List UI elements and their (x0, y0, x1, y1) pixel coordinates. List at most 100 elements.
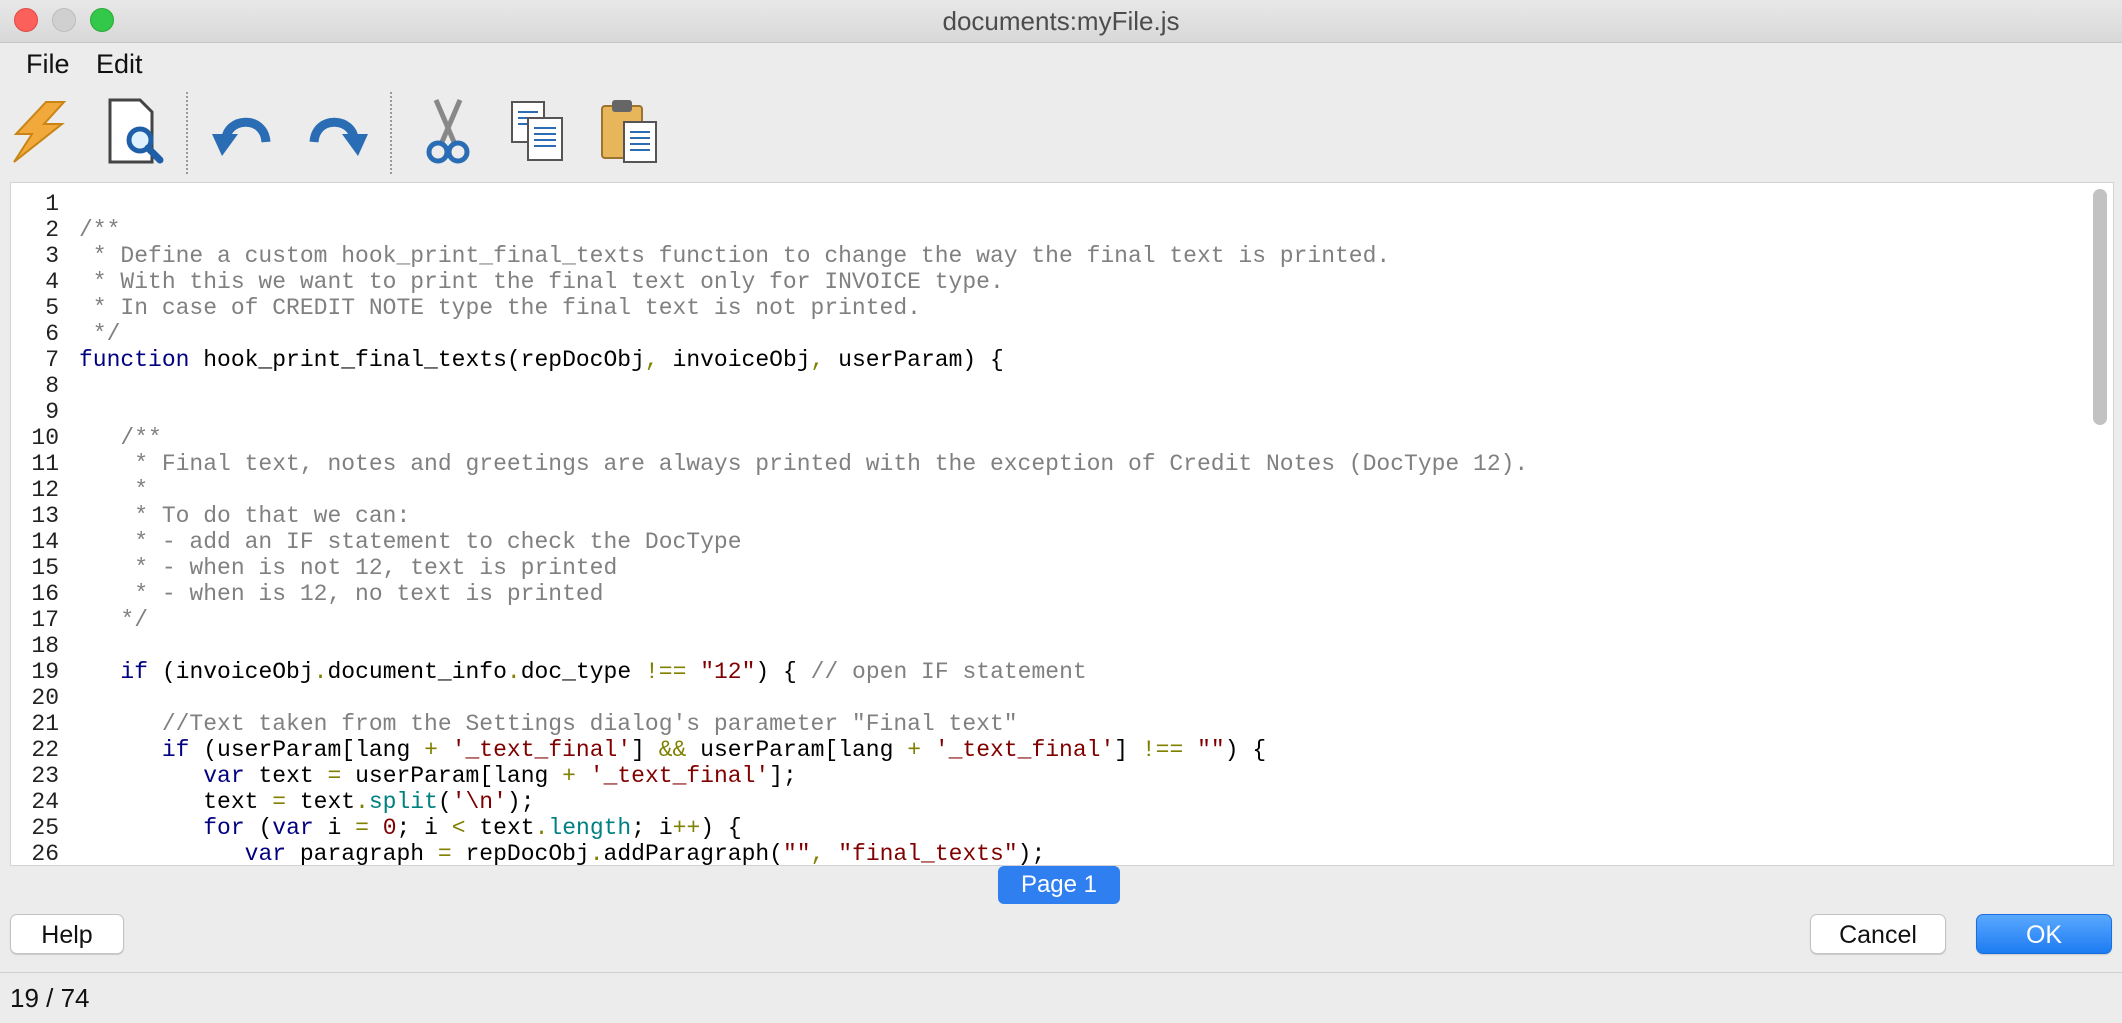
code-token: text (79, 789, 273, 815)
code-token: (userParam[lang (189, 737, 425, 763)
code-token: split (368, 789, 438, 815)
code-token: , (810, 347, 825, 373)
code-token: '_text_final' (589, 763, 770, 789)
code-token: * - when is not 12, text is printed (79, 555, 618, 581)
line-number: 23 (31, 763, 59, 789)
code-token: var (203, 763, 245, 789)
line-number: 11 (31, 451, 59, 477)
code-token: + (562, 763, 576, 789)
ok-button[interactable]: OK (1976, 914, 2112, 954)
code-token: for (203, 815, 245, 841)
line-number: 26 (31, 841, 59, 866)
code-token: if (120, 659, 149, 685)
code-token: * In case of CREDIT NOTE type the final … (79, 295, 921, 321)
undo-icon[interactable] (208, 96, 280, 168)
code-token: * With this we want to print the final t… (79, 269, 1004, 295)
code-token: text (465, 815, 535, 841)
code-editor[interactable]: 1 2 /** 3 * Define a custom hook_print_fina… (10, 182, 2114, 866)
menu-edit[interactable]: Edit (96, 49, 143, 80)
code-token: ; i (631, 815, 673, 841)
line-position-status: 19 / 74 (10, 983, 90, 1013)
paste-icon[interactable] (596, 96, 668, 168)
window-title: documents:myFile.js (942, 6, 1180, 36)
code-token: 0 (382, 815, 397, 841)
code-token: // open IF statement (810, 659, 1087, 685)
title-bar: documents:myFile.js (0, 0, 2122, 43)
code-token: ); (1017, 841, 1046, 866)
line-number: 20 (31, 685, 59, 711)
code-token: * (79, 477, 149, 503)
toolbar (0, 88, 2122, 178)
line-number: 8 (45, 373, 59, 399)
help-button[interactable]: Help (10, 914, 124, 954)
code-token: userParam[lang (341, 763, 563, 789)
code-token: (invoiceObj (148, 659, 314, 685)
preview-icon[interactable] (102, 96, 174, 168)
code-token: !== (1141, 737, 1184, 763)
code-token: = (272, 789, 287, 815)
code-token: userParam[lang (686, 737, 908, 763)
menu-bar: File Edit (0, 43, 2122, 87)
code-token: ] (1114, 737, 1142, 763)
code-token: ] (631, 737, 659, 763)
code-token: var (272, 815, 314, 841)
status-bar: 19 / 74 (0, 972, 2122, 1023)
code-token: , (810, 841, 825, 866)
code-token: . (355, 789, 369, 815)
code-token: i (313, 815, 356, 841)
line-number: 7 (45, 347, 59, 373)
code-token: = (355, 815, 369, 841)
code-token: * - when is 12, no text is printed (79, 581, 604, 607)
scrollbar-thumb[interactable] (2093, 189, 2107, 425)
menu-file[interactable]: File (26, 49, 70, 80)
code-token: . (313, 659, 328, 685)
code-token: . (589, 841, 604, 866)
line-number: 9 (45, 399, 59, 425)
code-token: "final_texts" (838, 841, 1018, 866)
code-token: addParagraph( (603, 841, 783, 866)
code-token: repDocObj (451, 841, 590, 866)
code-token: text (244, 763, 328, 789)
line-number: 2 (45, 217, 59, 243)
code-token: * Final text, notes and greetings are al… (79, 451, 1529, 477)
code-token: ) { (700, 815, 742, 841)
code-token: * - add an IF statement to check the Doc… (79, 529, 742, 555)
cancel-button[interactable]: Cancel (1810, 914, 1946, 954)
code-token: /** (79, 217, 121, 243)
code-token: ( (437, 789, 452, 815)
code-token: paragraph (286, 841, 438, 866)
code-token: hook_print_final_texts(repDocObj (189, 347, 645, 373)
vertical-scrollbar[interactable] (2093, 189, 2107, 859)
redo-icon[interactable] (300, 96, 372, 168)
copy-icon[interactable] (504, 96, 576, 168)
code-token: ); (506, 789, 535, 815)
code-token: * To do that we can: (79, 503, 411, 529)
code-token: '_text_final' (934, 737, 1115, 763)
page-1-button[interactable]: Page 1 (998, 866, 1120, 904)
cut-icon[interactable] (412, 96, 484, 168)
code-token: . (534, 815, 549, 841)
line-number: 19 (31, 659, 59, 685)
line-number: 17 (31, 607, 59, 633)
code-token: ; i (396, 815, 452, 841)
line-number: 25 (31, 815, 59, 841)
lightning-icon[interactable] (6, 96, 78, 168)
code-token: = (327, 763, 342, 789)
line-number: 14 (31, 529, 59, 555)
code-token: //Text taken from the Settings dialog's … (79, 711, 1018, 737)
code-token: && (658, 737, 687, 763)
code-token: text (286, 789, 356, 815)
code-token: = (437, 841, 452, 866)
code-token: */ (79, 607, 149, 633)
code-token: doc_type (520, 659, 645, 685)
line-number: 22 (31, 737, 59, 763)
line-number: 6 (45, 321, 59, 347)
